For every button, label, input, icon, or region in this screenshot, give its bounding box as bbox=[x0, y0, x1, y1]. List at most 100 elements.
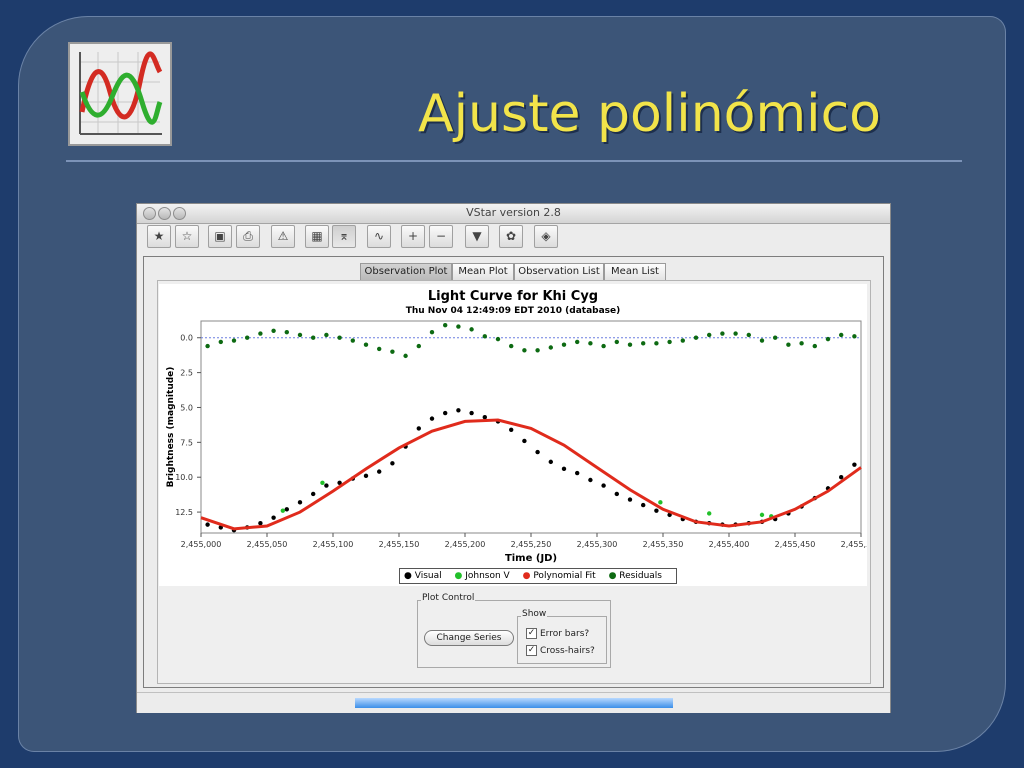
residuals-point bbox=[350, 338, 355, 343]
x-tick-label: 2,455,250 bbox=[511, 540, 552, 549]
zoom-in-icon[interactable]: + bbox=[401, 225, 425, 248]
residuals-point bbox=[575, 339, 580, 345]
residuals-point bbox=[641, 341, 646, 346]
tab-mean-list[interactable]: Mean List bbox=[604, 263, 666, 281]
residuals-point bbox=[535, 348, 540, 353]
visual-point bbox=[284, 507, 289, 512]
model-icon[interactable]: ✿ bbox=[499, 225, 523, 248]
visual-point bbox=[614, 491, 619, 497]
residuals-point bbox=[284, 329, 289, 335]
change-series-button[interactable]: Change Series bbox=[424, 630, 514, 646]
tab-observation-plot[interactable]: Observation Plot bbox=[360, 263, 452, 281]
johnson-v-point bbox=[759, 512, 765, 518]
visual-point bbox=[390, 461, 395, 466]
residuals-point bbox=[245, 335, 250, 340]
residuals-point bbox=[548, 345, 553, 350]
y-tick-label: 0.0 bbox=[180, 334, 193, 343]
visual-point bbox=[324, 483, 329, 488]
residuals-point bbox=[561, 342, 567, 347]
visual-point bbox=[258, 521, 263, 526]
visual-point bbox=[271, 515, 276, 520]
visual-point bbox=[377, 469, 382, 474]
residuals-point bbox=[271, 328, 276, 333]
residuals-point bbox=[588, 341, 593, 346]
window-titlebar[interactable]: VStar version 2.8 bbox=[137, 204, 890, 224]
residuals-point bbox=[403, 353, 408, 359]
visual-point bbox=[205, 522, 210, 527]
periodogram-icon[interactable]: ◈ bbox=[534, 225, 558, 248]
visual-point bbox=[429, 416, 435, 421]
x-tick-label: 2,455,000 bbox=[181, 540, 222, 549]
y-tick-label: 10.0 bbox=[175, 473, 193, 482]
visual-point bbox=[456, 408, 461, 413]
residuals-point bbox=[416, 343, 421, 349]
x-tick-label: 2,455,050 bbox=[247, 540, 288, 549]
light-curve-chart[interactable]: 2,455,000 2,455,050 2,455,100 2,455,150 2,45… bbox=[159, 284, 867, 586]
residuals-point bbox=[773, 335, 778, 340]
johnson-v-point bbox=[658, 500, 663, 505]
title-divider bbox=[66, 160, 962, 162]
checkmark-icon[interactable]: ✓ bbox=[526, 628, 537, 639]
residuals-point bbox=[443, 322, 448, 328]
error-bars-checkbox[interactable]: ✓ Error bars? bbox=[526, 628, 589, 639]
filter-icon[interactable]: ▼ bbox=[465, 225, 489, 248]
toolbar: ★ ☆ ▣ ⎙ ⚠ ▦ ⌆ ∿ + − ▼ ✿ ◈ bbox=[137, 224, 890, 250]
checkmark-icon[interactable]: ✓ bbox=[526, 645, 537, 656]
plot-svg[interactable]: 2,455,000 2,455,050 2,455,100 2,455,150 2,45… bbox=[159, 284, 867, 586]
visual-point bbox=[852, 462, 857, 467]
tab-mean-plot[interactable]: Mean Plot bbox=[452, 263, 514, 281]
visual-point bbox=[482, 415, 487, 420]
residuals-point bbox=[311, 335, 316, 340]
cross-hairs-checkbox[interactable]: ✓ Cross-hairs? bbox=[526, 645, 595, 656]
show-group: Show bbox=[517, 609, 607, 664]
chart-title: Light Curve for Khi Cyg bbox=[427, 289, 599, 304]
chart-subtitle: Thu Nov 04 12:49:09 EDT 2010 (database) bbox=[405, 306, 621, 316]
phase-plot-icon[interactable]: ∿ bbox=[367, 225, 391, 248]
residuals-point bbox=[852, 334, 857, 339]
new-star-icon[interactable]: ★ bbox=[147, 225, 171, 248]
zoom-out-icon[interactable]: − bbox=[429, 225, 453, 248]
save-icon[interactable]: ▣ bbox=[208, 225, 232, 248]
residuals-point bbox=[812, 343, 817, 349]
residuals-point bbox=[680, 338, 685, 343]
residuals-point bbox=[495, 336, 501, 342]
info-icon[interactable]: ⚠ bbox=[271, 225, 295, 248]
residuals-point bbox=[429, 329, 435, 335]
visual-point bbox=[509, 427, 514, 432]
x-tick-label: 2,455,400 bbox=[709, 540, 750, 549]
print-icon[interactable]: ⎙ bbox=[236, 225, 260, 248]
visual-point bbox=[548, 459, 553, 465]
chart-logo-icon bbox=[68, 42, 172, 146]
show-label: Show bbox=[521, 609, 548, 619]
visual-point bbox=[443, 410, 448, 416]
residuals-point bbox=[693, 335, 699, 340]
residuals-point bbox=[654, 341, 659, 346]
residuals-point bbox=[522, 348, 527, 353]
johnson-v-point bbox=[280, 508, 286, 513]
progress-bar bbox=[355, 698, 673, 708]
visual-point bbox=[588, 477, 593, 483]
plot-control-label: Plot Control bbox=[421, 593, 476, 603]
residuals-point bbox=[258, 331, 263, 336]
open-star-icon[interactable]: ☆ bbox=[175, 225, 199, 248]
slide-title: Ajuste polinómico bbox=[418, 84, 881, 144]
mean-plot-icon[interactable]: ▦ bbox=[305, 225, 329, 248]
residuals-point bbox=[324, 332, 329, 338]
residuals-point bbox=[509, 343, 514, 349]
residuals-point bbox=[707, 332, 712, 338]
observation-plot-icon[interactable]: ⌆ bbox=[332, 225, 356, 248]
legend-residuals: ● Residuals bbox=[608, 571, 662, 581]
vstar-window: VStar version 2.8 ★ ☆ ▣ ⎙ ⚠ ▦ ⌆ ∿ + − ▼ … bbox=[136, 203, 891, 713]
residuals-point bbox=[469, 327, 474, 332]
visual-point bbox=[575, 470, 580, 476]
residuals-point bbox=[337, 335, 342, 340]
residuals-point bbox=[601, 343, 606, 349]
residuals-point bbox=[218, 339, 223, 345]
residuals-point bbox=[839, 332, 844, 338]
residuals-point bbox=[786, 342, 791, 347]
residuals-point bbox=[799, 341, 804, 346]
legend-johnson-v: ● Johnson V bbox=[454, 571, 510, 581]
y-tick-label: 7.5 bbox=[180, 438, 193, 447]
tab-observation-list[interactable]: Observation List bbox=[514, 263, 604, 281]
residuals-point bbox=[614, 339, 619, 345]
